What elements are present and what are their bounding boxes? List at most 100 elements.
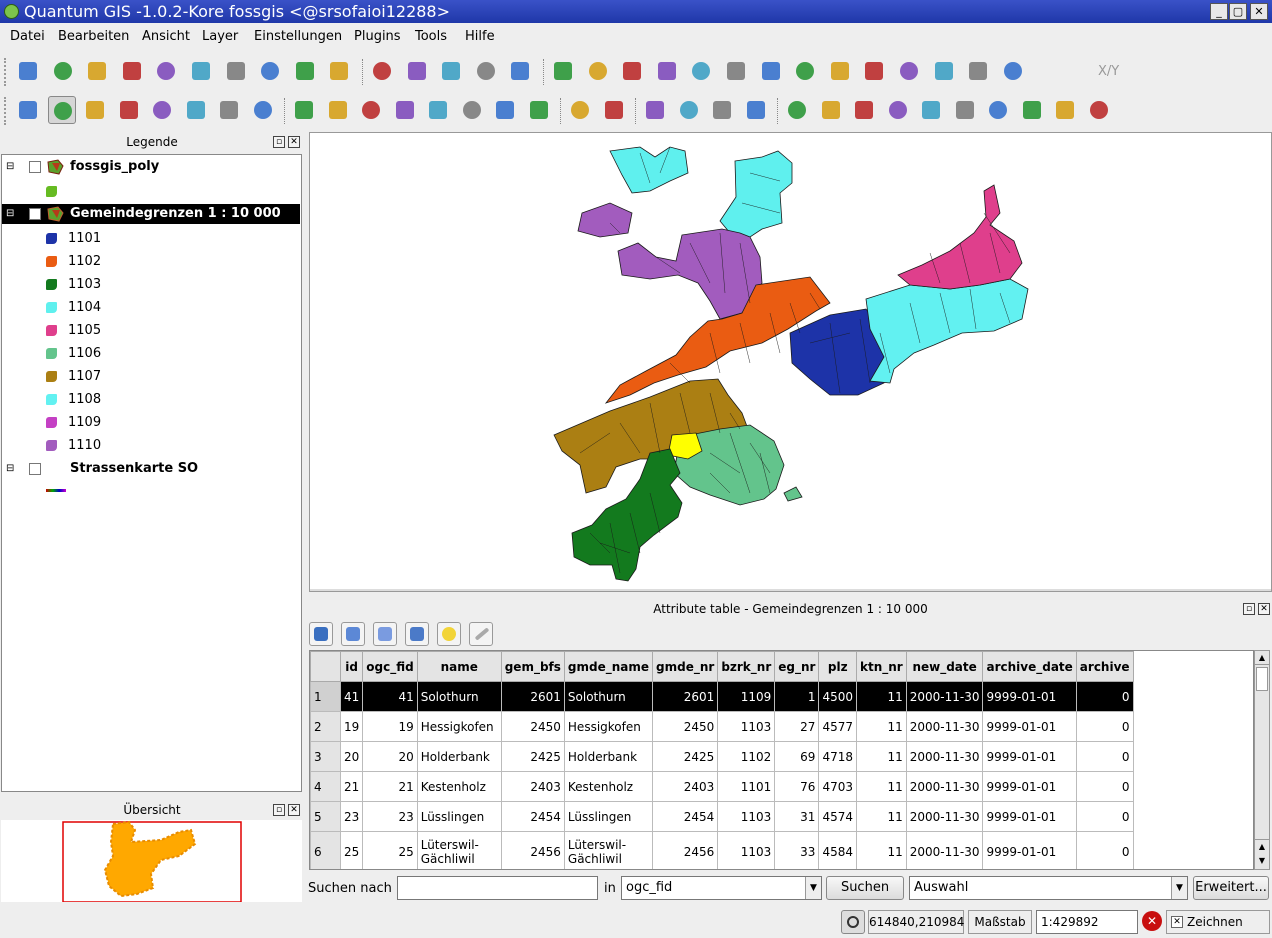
table-cell[interactable]: 2403: [500, 771, 565, 802]
table-cell[interactable]: 9999-01-01: [982, 801, 1077, 832]
column-header-ogc_fid[interactable]: ogc_fid: [362, 651, 418, 682]
table-cell[interactable]: 9999-01-01: [982, 711, 1077, 742]
minimize-button[interactable]: _: [1210, 3, 1228, 20]
table-cell[interactable]: Lüterswil-Gächliwil: [563, 831, 654, 869]
search-mode-select[interactable]: Auswahl ▼: [909, 876, 1188, 900]
table-cell[interactable]: 0: [1075, 711, 1134, 742]
table-cell[interactable]: 2601: [652, 681, 719, 712]
table-cell[interactable]: 1102: [717, 741, 776, 772]
table-cell[interactable]: 9999-01-01: [982, 771, 1077, 802]
scroll-down-icon[interactable]: ▼: [1255, 854, 1269, 868]
table-cell[interactable]: 1103: [717, 831, 776, 869]
attribute-grid[interactable]: id ogc_fid name gem_bfs gmde_name gmde_nr bzrk…: [310, 651, 1134, 869]
table-cell[interactable]: 1103: [717, 711, 776, 742]
float-icon[interactable]: ▫: [1243, 603, 1255, 615]
column-header-plz[interactable]: plz: [818, 651, 857, 682]
menu-hilfe[interactable]: Hilfe: [465, 29, 495, 44]
table-cell[interactable]: 11: [856, 801, 907, 832]
table-cell[interactable]: 0: [1075, 801, 1134, 832]
overview-map[interactable]: [1, 820, 302, 903]
table-cell[interactable]: 2403: [652, 771, 719, 802]
table-cell[interactable]: 23: [339, 801, 364, 832]
delete-vertex-icon[interactable]: [860, 57, 888, 85]
add-wfs-layer-icon[interactable]: [325, 57, 353, 85]
table-cell[interactable]: 9999-01-01: [982, 831, 1077, 869]
chevron-down-icon[interactable]: ▼: [1171, 877, 1187, 899]
float-icon[interactable]: ▫: [273, 136, 285, 148]
column-header-archive[interactable]: archive: [1075, 651, 1134, 682]
table-cell[interactable]: 76: [774, 771, 820, 802]
edit-icon[interactable]: [917, 96, 945, 124]
table-cell[interactable]: 25: [339, 831, 364, 869]
add-island-icon[interactable]: [722, 57, 750, 85]
table-cell[interactable]: 4574: [818, 801, 857, 832]
table-cell[interactable]: Solothurn: [563, 681, 654, 712]
vertical-scrollbar[interactable]: ▲ ▲ ▼: [1254, 650, 1270, 870]
table-cell[interactable]: 2000-11-30: [905, 771, 984, 802]
chevron-down-icon[interactable]: ▼: [805, 877, 821, 899]
table-cell[interactable]: 1101: [717, 771, 776, 802]
layer-visibility-checkbox[interactable]: [29, 463, 41, 475]
table-cell[interactable]: Hessigkofen: [416, 711, 502, 742]
column-header-new_date[interactable]: new_date: [905, 651, 984, 682]
capture-line-icon[interactable]: [618, 57, 646, 85]
table-cell[interactable]: 20: [339, 741, 364, 772]
column-header-gem_bfs[interactable]: gem_bfs: [500, 651, 565, 682]
close-icon[interactable]: ✕: [288, 136, 300, 148]
table-cell[interactable]: 21: [362, 771, 418, 802]
close-icon[interactable]: ✕: [288, 804, 300, 816]
table-cell[interactable]: 2000-11-30: [905, 681, 984, 712]
stop-render-icon[interactable]: ✕: [1142, 911, 1162, 931]
row-header[interactable]: 2: [310, 711, 341, 742]
menu-tools[interactable]: Tools: [415, 29, 447, 44]
new-point-icon[interactable]: [817, 96, 845, 124]
layer-visibility-checkbox[interactable]: ✕: [29, 208, 41, 220]
table-cell[interactable]: 2450: [500, 711, 565, 742]
menu-layer[interactable]: Layer: [202, 29, 238, 44]
table-cell[interactable]: 11: [856, 831, 907, 869]
toolbar-grip[interactable]: [4, 97, 8, 125]
column-header-name[interactable]: name: [416, 651, 502, 682]
whats-this-icon[interactable]: [600, 96, 628, 124]
table-cell[interactable]: 1109: [717, 681, 776, 712]
add-raster-layer-icon[interactable]: [222, 57, 250, 85]
table-cell[interactable]: 2425: [652, 741, 719, 772]
menu-bearbeiten[interactable]: Bearbeiten: [58, 29, 129, 44]
collapse-icon[interactable]: ⊟: [6, 157, 14, 177]
table-cell[interactable]: 2450: [652, 711, 719, 742]
table-cell[interactable]: Kestenholz: [416, 771, 502, 802]
table-cell[interactable]: Lüsslingen: [563, 801, 654, 832]
table-row[interactable]: 4 21 21 Kestenholz 2403 Kestenholz 2403 1101 76 4…: [310, 771, 1134, 802]
scale-input[interactable]: 1:429892: [1036, 910, 1138, 934]
remove-layer-icon[interactable]: [403, 57, 431, 85]
export-icon[interactable]: [1085, 96, 1113, 124]
tool-icon[interactable]: [1018, 96, 1046, 124]
table-cell[interactable]: 19: [339, 711, 364, 742]
gps-icon[interactable]: [641, 96, 669, 124]
table-cell[interactable]: 2456: [652, 831, 719, 869]
table-row[interactable]: 3 20 20 Holderbank 2425 Holderbank 2425 1102 69 4…: [310, 741, 1134, 772]
zoom-selection-icon[interactable]: [424, 96, 452, 124]
table-cell[interactable]: 0: [1075, 771, 1134, 802]
table-row[interactable]: 6 25 25 Lüterswil-Gächliwil 2456 Lüterswil-Gä…: [310, 831, 1134, 869]
table-cell[interactable]: 11: [856, 771, 907, 802]
menu-einstellungen[interactable]: Einstellungen: [254, 29, 342, 44]
collapse-icon[interactable]: ⊟: [6, 459, 14, 479]
row-header[interactable]: 6: [310, 831, 341, 869]
copy-selected-icon[interactable]: [405, 622, 429, 646]
table-cell[interactable]: Lüterswil-Gächliwil: [416, 831, 502, 869]
map-canvas[interactable]: [309, 132, 1272, 593]
delete-selected-icon[interactable]: [895, 57, 923, 85]
paste-icon[interactable]: [999, 57, 1027, 85]
table-cell[interactable]: 4584: [818, 831, 857, 869]
table-cell[interactable]: Solothurn: [416, 681, 502, 712]
toolbar-grip[interactable]: [4, 58, 8, 86]
delete-icon[interactable]: [951, 96, 979, 124]
sql-icon[interactable]: [742, 96, 770, 124]
table-cell[interactable]: 33: [774, 831, 820, 869]
legend-layer-fossgis-poly[interactable]: ⊟ fossgis_poly: [2, 157, 300, 177]
layer-visibility-checkbox[interactable]: [29, 161, 41, 173]
georeferencer-icon[interactable]: [675, 96, 703, 124]
scroll-up-icon[interactable]: ▲: [1255, 839, 1269, 853]
table-cell[interactable]: Hessigkofen: [563, 711, 654, 742]
